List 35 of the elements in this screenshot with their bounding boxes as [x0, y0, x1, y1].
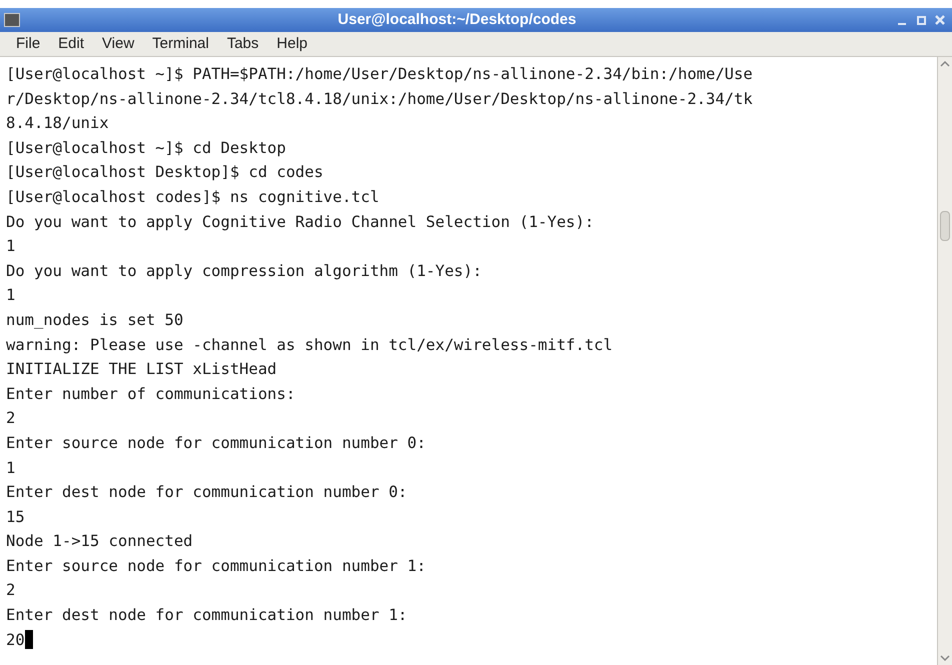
terminal-line: 2	[6, 580, 16, 602]
menu-item[interactable]: Edit	[58, 32, 84, 56]
terminal-line: num_nodes is set 50	[6, 310, 184, 331]
menu-item[interactable]: File	[16, 32, 40, 56]
terminal-line: [User@localhost Desktop]$ cd codes	[6, 162, 324, 184]
menu-item[interactable]: Help	[276, 32, 308, 56]
terminal-line: INITIALIZE THE LIST xListHead	[6, 359, 277, 380]
terminal-line: 1	[6, 236, 16, 258]
terminal-line: 8.4.18/unix	[6, 113, 109, 134]
terminal-line: [User@localhost ~]$ PATH=$PATH:/home/User/Desktop/ns-allinone-2.34/bin:/home/Use	[6, 64, 753, 85]
terminal-line: 2	[6, 408, 16, 430]
menu-item[interactable]: Tabs	[226, 32, 259, 56]
window-title: User@localhost:~/Desktop/codes	[338, 10, 576, 30]
terminal-line: 1	[6, 458, 16, 478]
terminal-line: warning: Please use -channel as shown in tcl/ex/wireless-mitf.tcl	[6, 334, 613, 356]
terminal-line: 20	[6, 630, 25, 651]
menu-item[interactable]: View	[102, 32, 134, 56]
terminal-line: Enter number of communications:	[6, 384, 296, 405]
terminal-line: Node 1->15 connected	[6, 531, 193, 552]
scrollbar-thumb[interactable]	[940, 211, 950, 241]
terminal-line: Enter dest node for communication number 0:	[6, 482, 408, 504]
terminal-line: 15	[6, 506, 25, 528]
terminal-icon	[4, 13, 20, 27]
menu-item[interactable]: Terminal	[152, 32, 209, 56]
terminal-line: 1	[6, 285, 16, 306]
terminal-line: [User@localhost ~]$ cd Desktop	[6, 138, 286, 159]
terminal-line: Do you want to apply compression algorithm (1-Yes):	[6, 260, 482, 282]
terminal-cursor	[24, 630, 33, 650]
terminal-line: r/Desktop/ns-allinone-2.34/tcl8.4.18/unix:/home/User/Desktop/ns-allinone-2.34/tk	[6, 88, 753, 110]
scrollbar[interactable]	[937, 57, 952, 665]
terminal-line: Do you want to apply Cognitive Radio Channel Selection (1-Yes):	[6, 212, 594, 233]
terminal-line: Enter source node for communication number 1:	[6, 556, 426, 577]
terminal-line: Enter source node for communication number 0:	[6, 432, 426, 454]
terminal-line: Enter dest node for communication number 1:	[6, 605, 408, 626]
terminal-line: [User@localhost codes]$ ns cognitive.tcl	[6, 186, 380, 208]
